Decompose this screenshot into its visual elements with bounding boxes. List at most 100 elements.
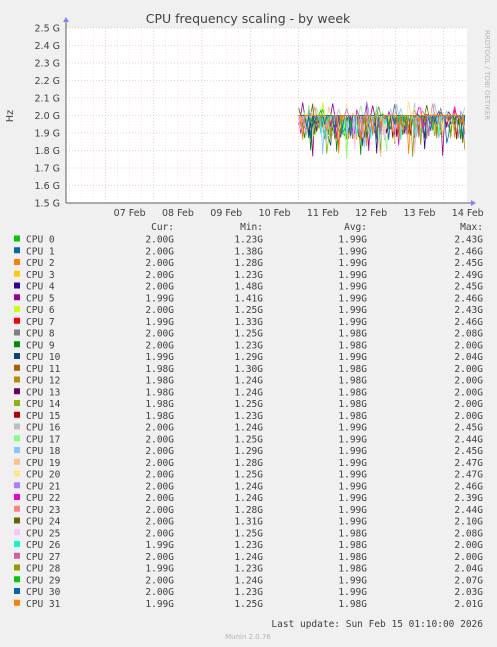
x-tick-label: 09 Feb <box>210 208 242 219</box>
legend-value: 2.00G <box>454 411 483 422</box>
legend-series-name: CPU 3 <box>26 270 55 281</box>
legend-header: Avg: <box>344 222 367 233</box>
legend-swatch <box>14 294 20 301</box>
legend-value: 2.00G <box>145 552 174 563</box>
legend-value: 2.00G <box>454 387 483 398</box>
legend-value: 2.00G <box>145 434 174 445</box>
legend-swatch <box>14 306 20 312</box>
legend-value: 1.25G <box>234 399 263 410</box>
legend-value: 2.00G <box>145 246 174 257</box>
legend-value: 1.98G <box>145 364 174 375</box>
legend-swatch <box>14 317 20 324</box>
legend-value: 2.08G <box>454 329 483 340</box>
legend-value: 2.44G <box>454 434 483 445</box>
legend-value: 2.00G <box>145 282 174 293</box>
y-tick-label: 1.6 G <box>35 181 61 192</box>
legend-value: 2.00G <box>145 587 174 598</box>
legend-value: 2.00G <box>145 493 174 504</box>
y-tick-label: 2.3 G <box>35 59 61 70</box>
legend-series-name: CPU 13 <box>26 387 60 398</box>
legend-value: 1.99G <box>338 305 367 316</box>
y-axis-arrow <box>63 17 69 22</box>
legend-value: 2.46G <box>454 481 483 492</box>
x-tick-label: 07 Feb <box>114 208 146 219</box>
legend-value: 1.98G <box>145 376 174 387</box>
legend-value: 2.00G <box>454 376 483 387</box>
legend-value: 1.23G <box>234 411 263 422</box>
legend-series-name: CPU 6 <box>26 305 55 316</box>
legend-series-name: CPU 16 <box>26 423 61 434</box>
legend-swatch <box>14 588 20 594</box>
legend-value: 1.99G <box>338 423 367 434</box>
legend-swatch <box>14 576 20 583</box>
legend-value: 1.38G <box>234 246 263 257</box>
legend-series-name: CPU 2 <box>26 258 55 269</box>
legend-value: 1.25G <box>234 329 263 340</box>
legend-value: 1.25G <box>234 470 263 481</box>
legend-value: 1.98G <box>338 329 367 340</box>
legend-value: 1.98G <box>338 564 367 575</box>
legend-swatch <box>14 259 20 265</box>
legend-series-name: CPU 26 <box>26 540 61 551</box>
legend-swatch <box>14 235 20 242</box>
legend-value: 1.99G <box>338 293 367 304</box>
legend-value: 1.25G <box>234 434 263 445</box>
legend-series-name: CPU 30 <box>26 587 61 598</box>
legend-value: 1.99G <box>145 540 174 551</box>
legend-series-name: CPU 24 <box>26 517 61 528</box>
legend-value: 1.98G <box>338 340 367 351</box>
legend-value: 1.99G <box>338 434 367 445</box>
x-tick-label: 14 Feb <box>452 208 484 219</box>
legend-value: 1.99G <box>145 317 174 328</box>
legend-value: 1.23G <box>234 340 263 351</box>
legend-series-name: CPU 15 <box>26 411 60 422</box>
legend-value: 1.23G <box>234 587 263 598</box>
legend-series-name: CPU 28 <box>26 564 61 575</box>
legend-value: 1.99G <box>338 317 367 328</box>
legend-value: 1.98G <box>338 399 367 410</box>
legend-series-name: CPU 0 <box>26 235 55 246</box>
legend-series-name: CPU 18 <box>26 446 61 457</box>
legend-value: 1.24G <box>234 376 263 387</box>
legend-value: 2.07G <box>454 575 483 586</box>
legend-series-name: CPU 4 <box>26 282 55 293</box>
legend-value: 1.28G <box>234 458 263 469</box>
legend-value: 2.47G <box>454 470 483 481</box>
legend-value: 1.98G <box>338 540 367 551</box>
y-tick-label: 2.2 G <box>35 76 61 87</box>
legend-value: 2.00G <box>145 528 174 539</box>
legend-series-name: CPU 17 <box>26 434 60 445</box>
y-tick-label: 1.9 G <box>35 129 61 140</box>
legend-series-name: CPU 10 <box>26 352 61 363</box>
legend-value: 1.99G <box>338 282 367 293</box>
legend-swatch <box>14 494 20 500</box>
legend-swatch <box>14 329 20 336</box>
legend-swatch <box>14 341 20 348</box>
munin-version: Munin 2.0.76 <box>225 633 271 641</box>
legend-swatch <box>14 447 20 453</box>
legend-swatch <box>14 423 20 430</box>
legend-value: 2.04G <box>454 564 483 575</box>
legend-swatch <box>14 411 20 418</box>
legend-value: 1.99G <box>145 564 174 575</box>
legend-value: 1.28G <box>234 258 263 269</box>
legend-header: Max: <box>460 222 483 233</box>
legend-value: 2.00G <box>145 258 174 269</box>
legend-value: 1.24G <box>234 423 263 434</box>
legend-value: 2.04G <box>454 352 483 363</box>
legend-swatch <box>14 541 20 547</box>
legend-value: 2.03G <box>454 587 483 598</box>
legend-value: 1.98G <box>338 599 367 610</box>
chart-title: CPU frequency scaling - by week <box>146 11 351 26</box>
legend-value: 2.00G <box>145 505 174 516</box>
rrdtool-credit: RRDTOOL / TOBI OETIKER <box>483 30 491 120</box>
legend-series-name: CPU 8 <box>26 329 55 340</box>
legend-value: 1.99G <box>338 505 367 516</box>
legend-series-name: CPU 5 <box>26 293 55 304</box>
legend-value: 1.99G <box>338 493 367 504</box>
legend-swatch <box>14 529 20 536</box>
legend-series-name: CPU 14 <box>26 399 61 410</box>
legend-series-name: CPU 11 <box>26 364 61 375</box>
legend-header: Min: <box>240 222 263 233</box>
legend-swatch <box>14 482 20 489</box>
